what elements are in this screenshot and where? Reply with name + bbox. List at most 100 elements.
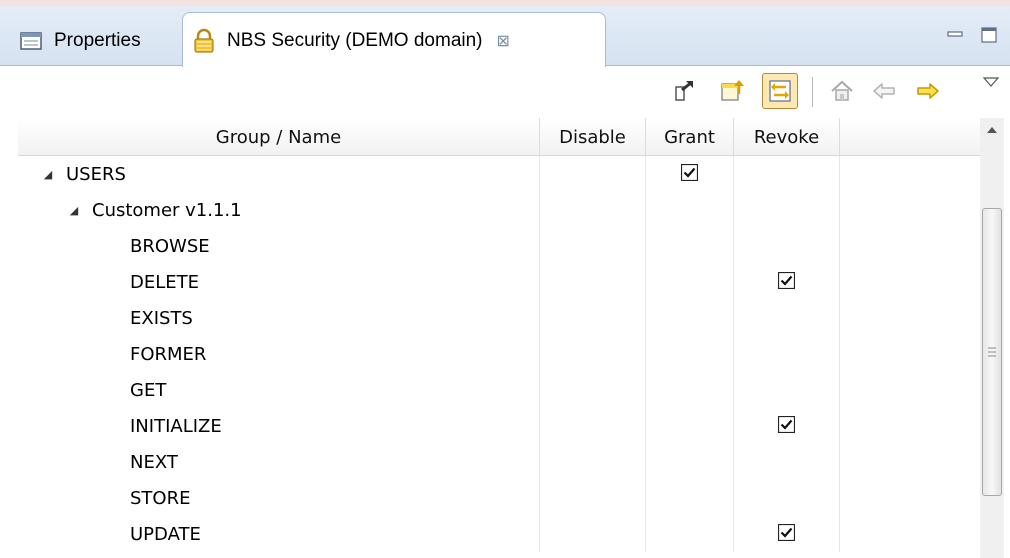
grip-icon bbox=[987, 343, 997, 357]
cell-disable[interactable] bbox=[540, 480, 646, 516]
row-name: UPDATE bbox=[130, 523, 201, 545]
column-header-revoke[interactable]: Revoke bbox=[734, 118, 840, 156]
table-row[interactable]: ◢ Customer v1.1.1 bbox=[18, 192, 980, 228]
table-row[interactable]: DELETE bbox=[18, 264, 980, 300]
cell-filler bbox=[840, 228, 980, 264]
cell-revoke[interactable] bbox=[734, 300, 840, 336]
column-header-disable[interactable]: Disable bbox=[540, 118, 646, 156]
tab-properties-label: Properties bbox=[54, 29, 141, 51]
tab-bar: Properties NBS Security (DEMO domain) ⊠ bbox=[0, 6, 1010, 68]
cell-revoke[interactable] bbox=[734, 444, 840, 480]
scroll-up-icon[interactable] bbox=[984, 122, 1000, 138]
cell-filler bbox=[840, 372, 980, 408]
tab-properties[interactable]: Properties bbox=[18, 14, 178, 67]
tab-nbs-security[interactable]: NBS Security (DEMO domain) ⊠ bbox=[182, 12, 606, 68]
row-name: STORE bbox=[130, 487, 191, 509]
checkbox-checked[interactable] bbox=[777, 523, 796, 545]
cell-disable[interactable] bbox=[540, 300, 646, 336]
toolbar-separator bbox=[812, 77, 813, 107]
table-row[interactable]: UPDATE bbox=[18, 516, 980, 552]
cell-grant[interactable] bbox=[646, 336, 734, 372]
table-row[interactable]: INITIALIZE bbox=[18, 408, 980, 444]
row-name: BROWSE bbox=[130, 235, 210, 257]
cell-group-name: UPDATE bbox=[18, 516, 540, 552]
table-row[interactable]: ◢ USERS bbox=[18, 156, 980, 192]
table-header: Group / Name Disable Grant Revoke bbox=[18, 118, 980, 156]
cell-disable[interactable] bbox=[540, 408, 646, 444]
tab-nbs-label: NBS Security (DEMO domain) bbox=[227, 29, 483, 51]
cell-group-name: ◢ Customer v1.1.1 bbox=[18, 192, 540, 228]
checkbox-checked[interactable] bbox=[777, 415, 796, 437]
cell-grant[interactable] bbox=[646, 372, 734, 408]
cell-filler bbox=[840, 444, 980, 480]
cell-group-name: ◢ USERS bbox=[18, 156, 540, 192]
minimize-icon[interactable] bbox=[946, 26, 964, 44]
cell-grant[interactable] bbox=[646, 228, 734, 264]
view-menu-icon[interactable] bbox=[980, 71, 1002, 93]
cell-filler bbox=[840, 516, 980, 552]
cell-group-name: BROWSE bbox=[18, 228, 540, 264]
column-header-group-name[interactable]: Group / Name bbox=[18, 118, 540, 156]
cell-group-name: EXISTS bbox=[18, 300, 540, 336]
row-name: NEXT bbox=[130, 451, 178, 473]
cell-disable[interactable] bbox=[540, 228, 646, 264]
checkbox-checked[interactable] bbox=[680, 163, 699, 185]
back-arrow-icon[interactable] bbox=[866, 73, 902, 109]
cell-revoke[interactable] bbox=[734, 408, 840, 444]
expand-triangle-icon[interactable]: ◢ bbox=[66, 204, 82, 217]
nbs-security-view: Properties NBS Security (DEMO domain) ⊠ bbox=[0, 0, 1010, 558]
cell-grant[interactable] bbox=[646, 264, 734, 300]
cell-disable[interactable] bbox=[540, 336, 646, 372]
forward-arrow-icon[interactable] bbox=[910, 73, 946, 109]
close-tab-icon[interactable]: ⊠ bbox=[497, 31, 510, 51]
cell-disable[interactable] bbox=[540, 516, 646, 552]
cell-disable[interactable] bbox=[540, 156, 646, 192]
cell-filler bbox=[840, 264, 980, 300]
lock-icon bbox=[191, 28, 217, 54]
cell-disable[interactable] bbox=[540, 192, 646, 228]
cell-filler bbox=[840, 300, 980, 336]
table-row[interactable]: FORMER bbox=[18, 336, 980, 372]
cell-grant[interactable] bbox=[646, 480, 734, 516]
scrollbar-thumb[interactable] bbox=[982, 208, 1002, 496]
cell-group-name: NEXT bbox=[18, 444, 540, 480]
cell-revoke[interactable] bbox=[734, 192, 840, 228]
cell-revoke[interactable] bbox=[734, 228, 840, 264]
cell-disable[interactable] bbox=[540, 372, 646, 408]
checkbox-checked[interactable] bbox=[777, 271, 796, 293]
cell-group-name: FORMER bbox=[18, 336, 540, 372]
cell-grant[interactable] bbox=[646, 444, 734, 480]
export-icon[interactable] bbox=[666, 73, 702, 109]
import-icon[interactable] bbox=[714, 73, 750, 109]
cell-group-name: STORE bbox=[18, 480, 540, 516]
cell-revoke[interactable] bbox=[734, 372, 840, 408]
table-row[interactable]: STORE bbox=[18, 480, 980, 516]
cell-grant[interactable] bbox=[646, 516, 734, 552]
cell-revoke[interactable] bbox=[734, 264, 840, 300]
table-row[interactable]: EXISTS bbox=[18, 300, 980, 336]
maximize-icon[interactable] bbox=[980, 26, 998, 44]
vertical-scrollbar[interactable] bbox=[980, 118, 1004, 558]
cell-grant[interactable] bbox=[646, 156, 734, 192]
row-name: GET bbox=[130, 379, 167, 401]
cell-revoke[interactable] bbox=[734, 480, 840, 516]
row-name: Customer v1.1.1 bbox=[92, 199, 242, 221]
table-row[interactable]: GET bbox=[18, 372, 980, 408]
sync-icon[interactable] bbox=[762, 73, 798, 109]
home-icon[interactable] bbox=[824, 73, 860, 109]
expand-triangle-icon[interactable]: ◢ bbox=[40, 168, 56, 181]
cell-grant[interactable] bbox=[646, 300, 734, 336]
cell-grant[interactable] bbox=[646, 192, 734, 228]
cell-grant[interactable] bbox=[646, 408, 734, 444]
properties-icon bbox=[18, 28, 44, 54]
cell-revoke[interactable] bbox=[734, 156, 840, 192]
cell-revoke[interactable] bbox=[734, 336, 840, 372]
column-header-filler bbox=[840, 118, 980, 156]
cell-disable[interactable] bbox=[540, 444, 646, 480]
table-row[interactable]: BROWSE bbox=[18, 228, 980, 264]
cell-disable[interactable] bbox=[540, 264, 646, 300]
column-header-grant[interactable]: Grant bbox=[646, 118, 734, 156]
table-row[interactable]: NEXT bbox=[18, 444, 980, 480]
cell-revoke[interactable] bbox=[734, 516, 840, 552]
row-name: EXISTS bbox=[130, 307, 193, 329]
